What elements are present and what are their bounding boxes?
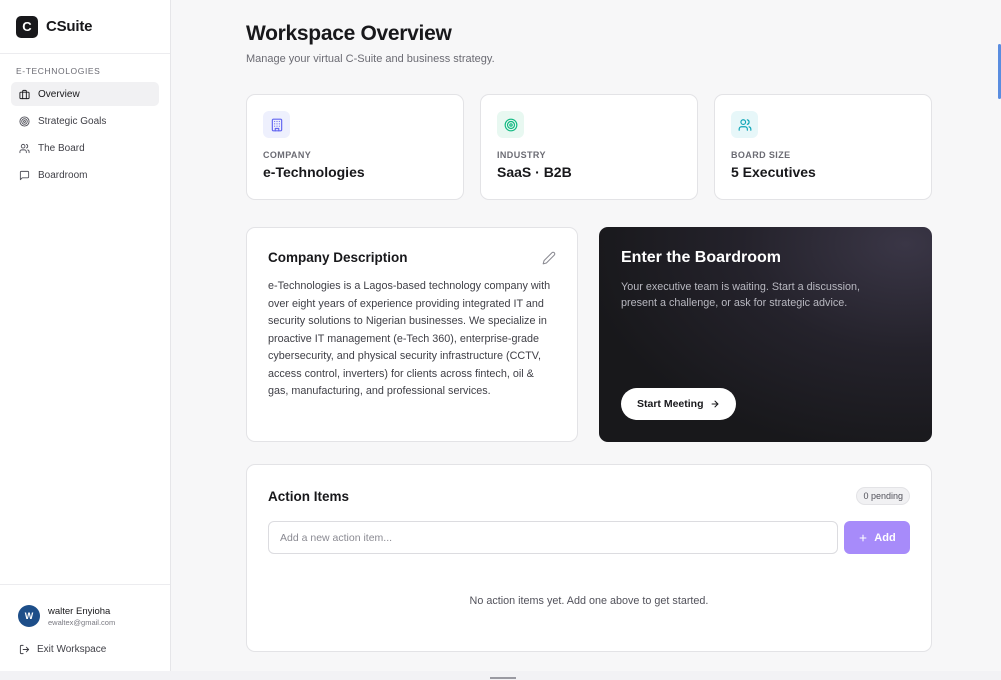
company-stat-card: COMPANY e-Technologies <box>246 94 464 200</box>
brand-name: CSuite <box>46 18 93 35</box>
company-description-card: Company Description e-Technologies is a … <box>246 227 578 442</box>
target-icon <box>504 118 517 131</box>
pencil-icon[interactable] <box>542 251 556 265</box>
board-size-stat-card: BOARD SIZE 5 Executives <box>714 94 932 200</box>
sidebar-item-boardroom[interactable]: Boardroom <box>11 163 159 187</box>
briefcase-icon <box>19 89 30 99</box>
user-email: ewaltex@gmail.com <box>48 617 116 627</box>
resize-handle[interactable] <box>490 677 516 679</box>
avatar: W <box>18 605 40 627</box>
boardroom-text: Your executive team is waiting. Start a … <box>621 281 861 309</box>
workspace-section-label: E-TECHNOLOGIES <box>16 66 101 76</box>
boardroom-title: Enter the Boardroom <box>621 249 782 266</box>
exit-workspace-button[interactable]: Exit Workspace <box>0 627 170 671</box>
start-meeting-label: Start Meeting <box>637 398 704 410</box>
users-icon <box>19 143 30 153</box>
industry-stat-card: INDUSTRY SaaS · B2B <box>480 94 698 200</box>
boardroom-card: Enter the Boardroom Your executive team … <box>599 227 932 442</box>
add-action-item-button[interactable]: Add <box>844 521 910 554</box>
sidebar-nav: Overview Strategic Goals The Board Board… <box>0 82 170 187</box>
sidebar-item-strategic-goals[interactable]: Strategic Goals <box>11 109 159 133</box>
company-label: COMPANY <box>263 150 312 160</box>
sidebar-item-label: Boardroom <box>38 169 88 181</box>
industry-value: SaaS · B2B <box>497 164 572 180</box>
sidebar-item-label: Overview <box>38 88 80 100</box>
brand-logo: C <box>16 15 38 38</box>
exit-workspace-label: Exit Workspace <box>37 644 107 655</box>
action-items-card: Action Items 0 pending Add No action ite… <box>246 464 932 652</box>
company-description-text: e-Technologies is a Lagos-based technolo… <box>268 280 551 397</box>
industry-label: INDUSTRY <box>497 150 546 160</box>
arrow-right-icon <box>711 400 718 408</box>
sidebar-item-overview[interactable]: Overview <box>11 82 159 106</box>
sidebar-footer: W walter Enyioha ewaltex@gmail.com Exit … <box>0 584 170 671</box>
company-icon-badge <box>263 111 290 138</box>
add-label: Add <box>874 531 896 544</box>
building-icon <box>271 118 282 131</box>
action-items-title: Action Items <box>268 488 350 504</box>
pending-badge: 0 pending <box>856 487 910 505</box>
sidebar-item-label: Strategic Goals <box>38 115 107 127</box>
message-square-icon <box>19 170 30 180</box>
users-icon <box>738 118 751 131</box>
sidebar-item-label: The Board <box>38 142 85 154</box>
start-meeting-button[interactable]: Start Meeting <box>621 388 736 420</box>
board-size-icon-badge <box>731 111 758 138</box>
user-profile[interactable]: W walter Enyioha ewaltex@gmail.com <box>0 585 170 627</box>
brand[interactable]: C CSuite <box>0 0 170 54</box>
sidebar: C CSuite E-TECHNOLOGIES Overview Strateg… <box>0 0 171 671</box>
sidebar-item-the-board[interactable]: The Board <box>11 136 159 160</box>
action-item-input[interactable] <box>268 521 838 554</box>
page-title: Workspace Overview <box>246 22 452 45</box>
target-icon <box>19 115 30 127</box>
empty-state-text: No action items yet. Add one above to ge… <box>469 595 709 607</box>
board-size-value: 5 Executives <box>731 164 816 180</box>
plus-icon <box>859 534 867 541</box>
board-size-label: BOARD SIZE <box>731 150 791 160</box>
industry-icon-badge <box>497 111 524 138</box>
company-value: e-Technologies <box>263 164 365 180</box>
company-description-title: Company Description <box>268 250 408 265</box>
page-subtitle: Manage your virtual C-Suite and business… <box>246 53 495 65</box>
user-name: walter Enyioha <box>48 605 111 617</box>
log-out-icon <box>19 644 30 655</box>
